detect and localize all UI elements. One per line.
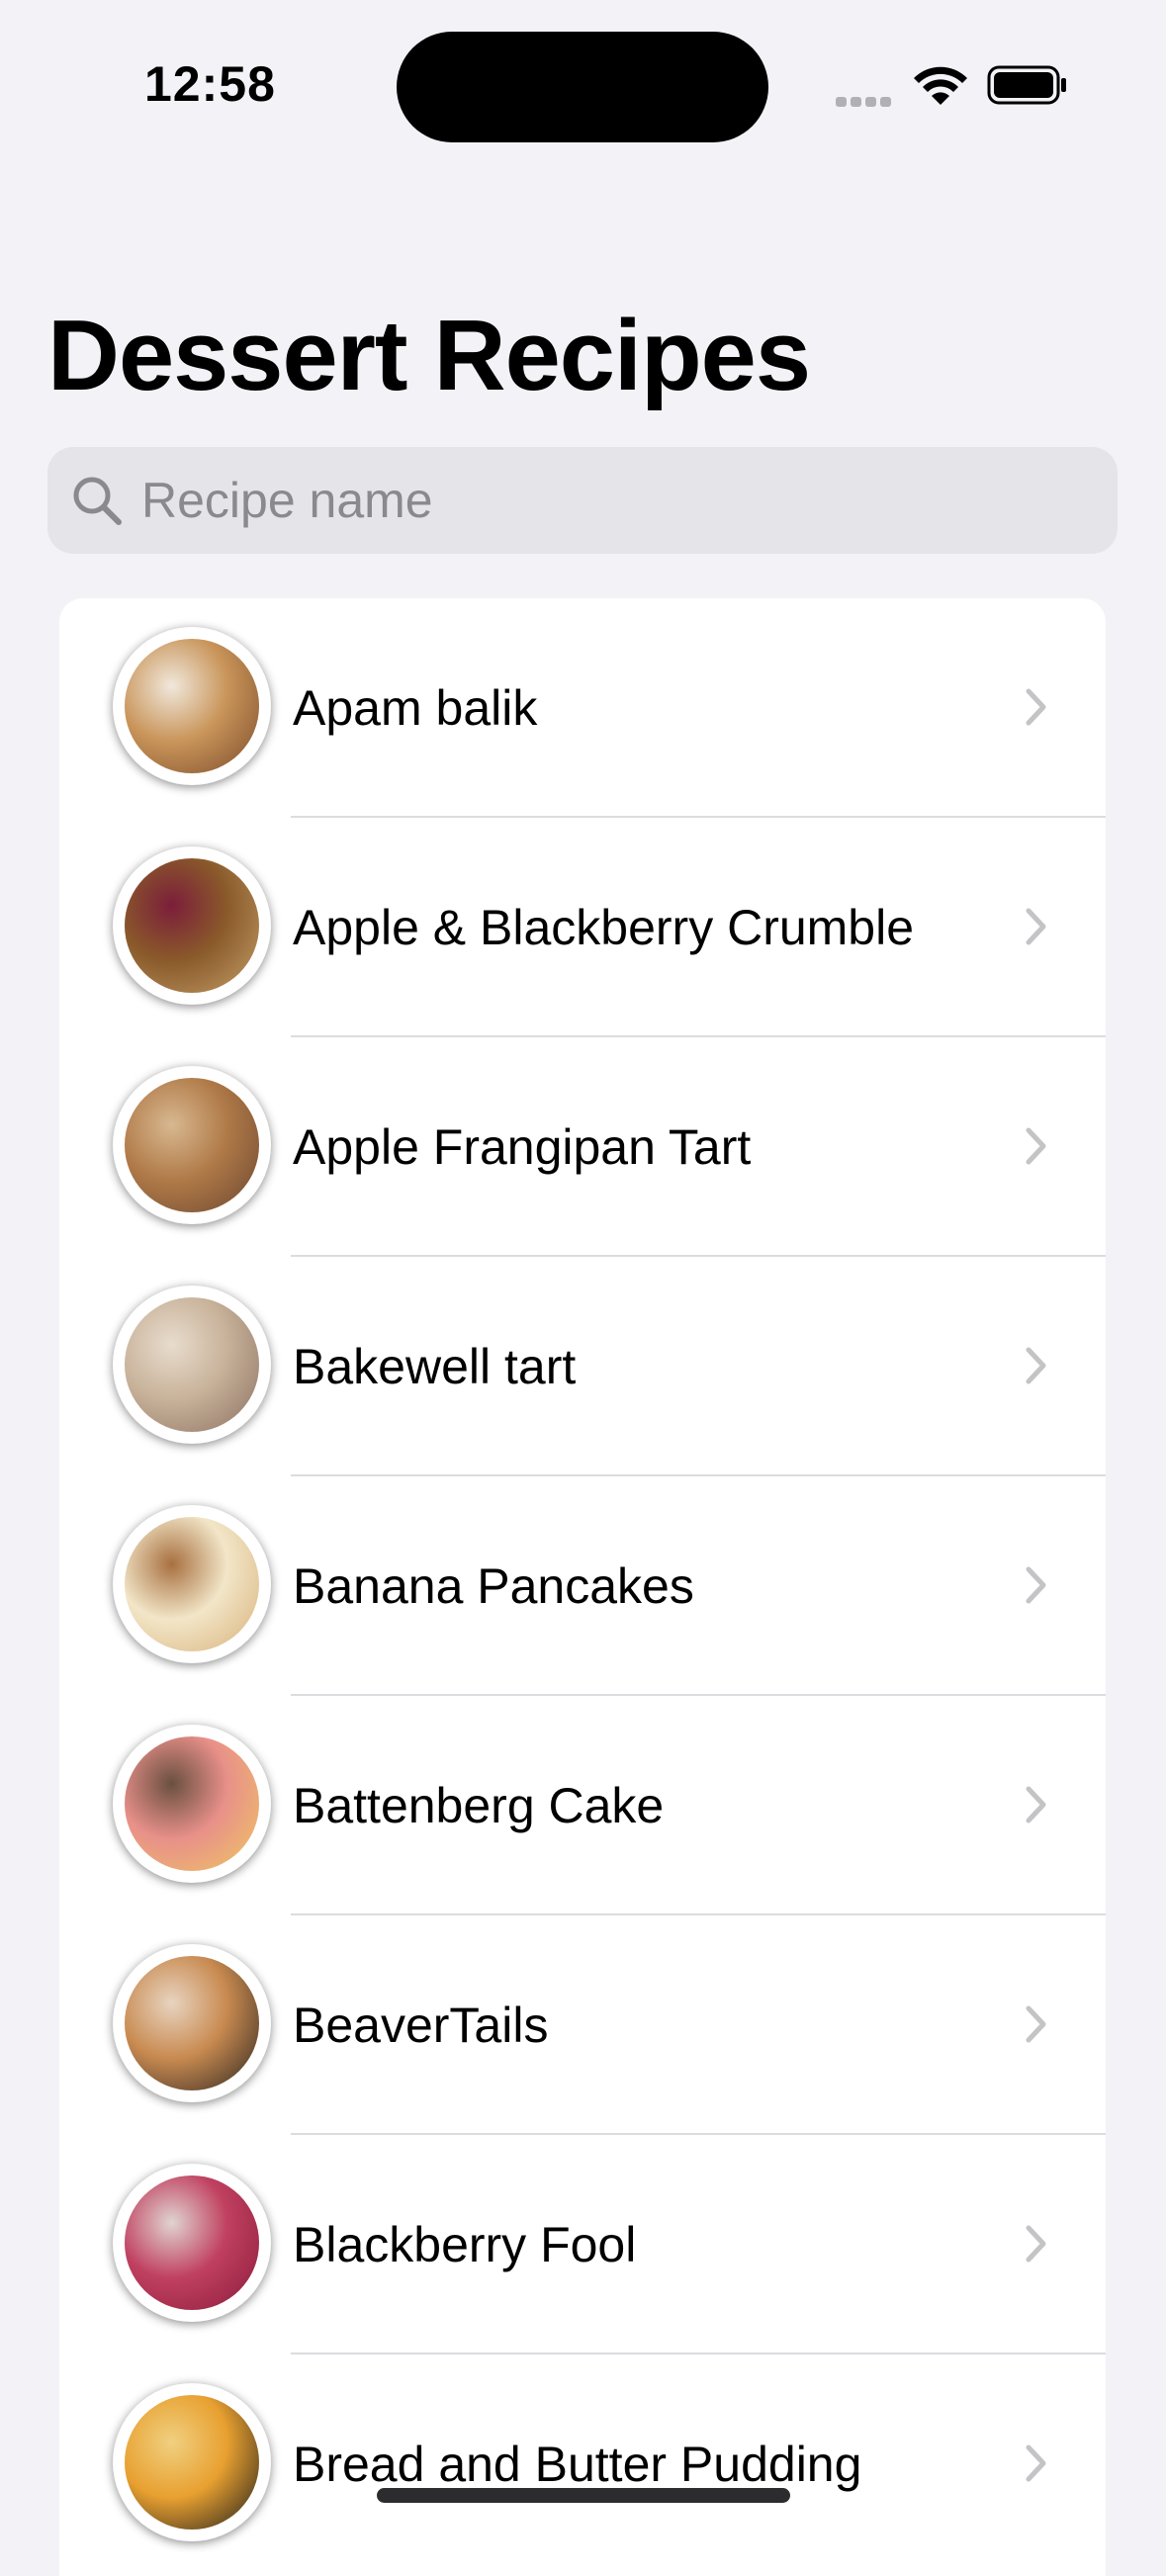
chevron-right-icon [1026, 1566, 1046, 1604]
recipe-row[interactable]: BeaverTails [59, 1915, 1106, 2135]
recipe-name: Battenberg Cake [293, 1778, 665, 1833]
chevron-right-icon [1026, 2444, 1046, 2482]
recipe-photo [125, 858, 259, 993]
recipe-photo [125, 1736, 259, 1871]
recipe-row[interactable]: Battenberg Cake [59, 1696, 1106, 1915]
recipe-photo [125, 1078, 259, 1212]
chevron-right-icon [1026, 688, 1046, 726]
page-title: Dessert Recipes [47, 301, 811, 411]
recipe-name: Apam balik [293, 680, 538, 736]
recipe-photo [125, 1956, 259, 2090]
recipe-thumbnail [113, 1944, 271, 2102]
recipe-name: Blackberry Fool [293, 2217, 637, 2272]
recipe-name: Apple Frangipan Tart [293, 1119, 752, 1175]
chevron-right-icon [1026, 908, 1046, 945]
home-indicator[interactable] [377, 2488, 790, 2503]
recipe-photo [125, 2395, 259, 2530]
status-bar: 12:58 [0, 0, 1166, 168]
recipe-name: Banana Pancakes [293, 1558, 694, 1614]
chevron-right-icon [1026, 1127, 1046, 1165]
recipe-thumbnail [113, 2164, 271, 2322]
dynamic-island [397, 32, 768, 142]
search-field[interactable] [47, 447, 1118, 554]
recipe-row[interactable]: Apple & Blackberry Crumble [59, 818, 1106, 1037]
recipe-photo [125, 1297, 259, 1432]
recipe-thumbnail [113, 1725, 271, 1883]
recipe-thumbnail [113, 846, 271, 1005]
recipe-thumbnail [113, 627, 271, 785]
recipe-name: Bakewell tart [293, 1339, 577, 1394]
recipe-row[interactable]: Bakewell tart [59, 1257, 1106, 1476]
chevron-right-icon [1026, 2005, 1046, 2043]
recipe-name: Bread and Butter Pudding [293, 2437, 862, 2492]
recipe-row[interactable]: Apple Frangipan Tart [59, 1037, 1106, 1257]
chevron-right-icon [1026, 2225, 1046, 2263]
signal-dots-icon [836, 94, 895, 107]
recipe-row[interactable]: Banana Pancakes [59, 1476, 1106, 1696]
recipe-name: Apple & Blackberry Crumble [293, 900, 915, 955]
recipe-row[interactable]: Apam balik [59, 598, 1106, 818]
recipe-photo [125, 1517, 259, 1651]
recipe-name: BeaverTails [293, 1998, 549, 2053]
search-input[interactable] [141, 447, 1091, 554]
recipe-list: Apam balik Apple & Blackberry Crumble Appl… [59, 598, 1106, 2576]
recipe-thumbnail [113, 1286, 271, 1444]
recipe-photo [125, 639, 259, 773]
recipe-row[interactable]: Blackberry Fool [59, 2135, 1106, 2354]
search-icon [73, 477, 122, 525]
chevron-right-icon [1026, 1347, 1046, 1384]
recipe-row[interactable]: Bread and Butter Pudding [59, 2354, 1106, 2574]
chevron-right-icon [1026, 1786, 1046, 1823]
wifi-icon [914, 66, 967, 105]
recipe-photo [125, 2176, 259, 2310]
recipe-thumbnail [113, 1066, 271, 1224]
status-time: 12:58 [144, 56, 276, 112]
battery-icon [987, 65, 1066, 105]
recipe-thumbnail [113, 2383, 271, 2541]
recipe-thumbnail [113, 1505, 271, 1663]
